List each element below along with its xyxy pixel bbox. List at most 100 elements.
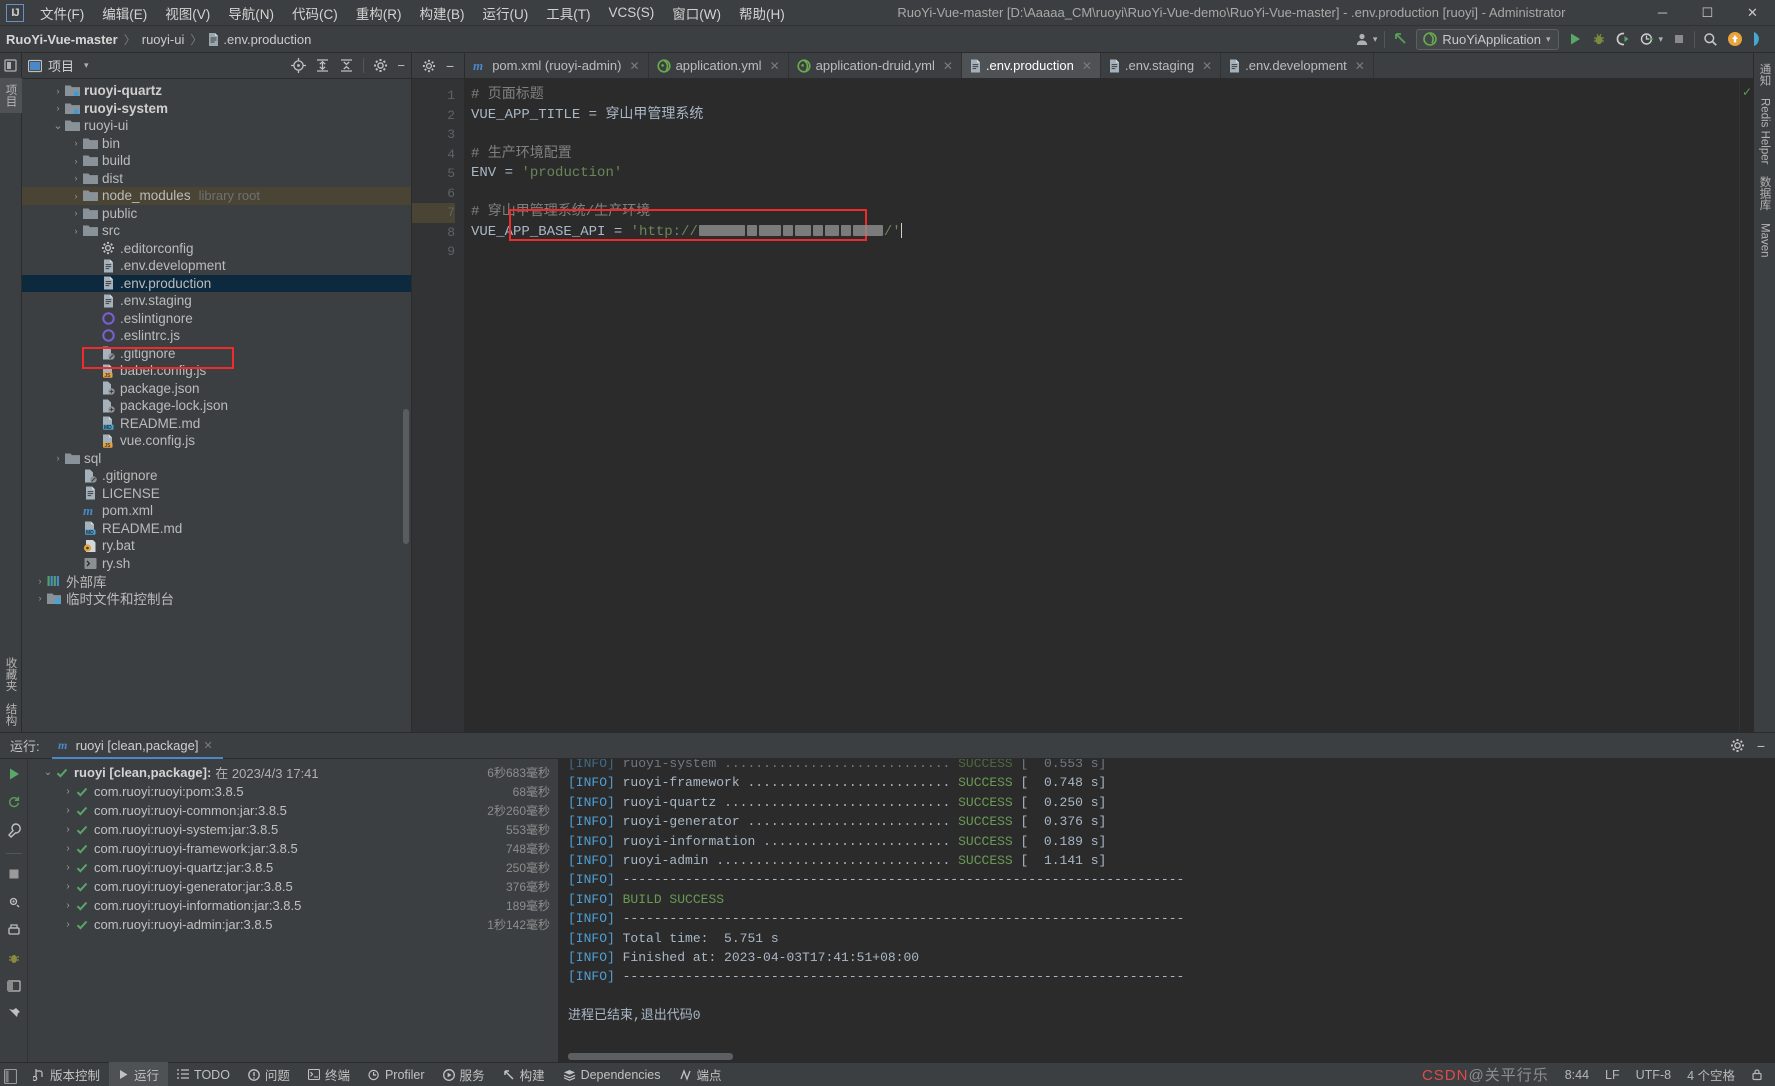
tree-node-package.json[interactable]: package.json xyxy=(22,380,411,398)
status-vcs[interactable]: 版本控制 xyxy=(24,1062,109,1086)
tool-window-notifications[interactable]: 通知 xyxy=(1754,57,1775,92)
project-tree[interactable]: › ruoyi-quartz › ruoyi-system ⌄ ruoyi-ui › bin ›… xyxy=(22,79,411,732)
build-task-row[interactable]: › com.ruoyi:ruoyi-generator:jar:3.8.5 376毫… xyxy=(28,877,558,896)
project-tree-scrollbar[interactable] xyxy=(403,409,409,544)
build-task-row[interactable]: ⌄ ruoyi [clean,package]: 在 2023/4/3 17:41 6… xyxy=(28,763,558,782)
chevron-right-icon[interactable]: › xyxy=(60,900,76,911)
chevron-right-icon[interactable]: › xyxy=(60,824,76,835)
tree-node-build[interactable]: › build xyxy=(22,152,411,170)
lock-icon[interactable] xyxy=(1751,1068,1763,1081)
tree-node-nodemodules[interactable]: › node_modules library root xyxy=(22,187,411,205)
close-icon[interactable]: ✕ xyxy=(1355,59,1365,73)
editor-inspection-gutter[interactable]: ✓ xyxy=(1739,79,1753,732)
chevron-right-icon[interactable]: › xyxy=(70,138,82,148)
console-horizontal-scrollbar[interactable] xyxy=(558,1053,1761,1060)
tree-node-ruoyi-system[interactable]: › ruoyi-system xyxy=(22,100,411,118)
tree-node-sql[interactable]: › sql xyxy=(22,450,411,468)
close-icon[interactable]: ✕ xyxy=(770,59,780,73)
tree-node-ruoyi-ui[interactable]: ⌄ ruoyi-ui xyxy=(22,117,411,135)
status-endpoints[interactable]: 端点 xyxy=(670,1062,731,1086)
tree-node-.env.staging[interactable]: .env.staging xyxy=(22,292,411,310)
tree-node-.gitignore[interactable]: .gitignore xyxy=(22,467,411,485)
sidebar-item-structure[interactable]: 结构 xyxy=(0,697,22,732)
close-icon[interactable]: ✕ xyxy=(203,739,212,752)
hide-all-tool-windows-icon[interactable] xyxy=(4,1069,17,1084)
tree-node-LICENSE[interactable]: LICENSE xyxy=(22,485,411,503)
chevron-right-icon[interactable]: › xyxy=(60,862,76,873)
chevron-right-icon[interactable]: › xyxy=(70,173,82,183)
chevron-right-icon[interactable]: › xyxy=(60,919,76,930)
menu-view[interactable]: 视图(V) xyxy=(157,0,218,26)
user-icon[interactable] xyxy=(1354,31,1371,48)
menu-run[interactable]: 运行(U) xyxy=(475,0,537,26)
run-configuration-selector[interactable]: RuoYiApplication ▾ xyxy=(1416,28,1560,50)
close-icon[interactable]: ✕ xyxy=(630,59,640,73)
close-icon[interactable]: ✕ xyxy=(1202,59,1212,73)
chevron-right-icon[interactable]: › xyxy=(52,86,64,96)
run-with-coverage-button[interactable] xyxy=(1614,31,1631,48)
close-button[interactable]: ✕ xyxy=(1730,0,1775,26)
expand-all-icon[interactable] xyxy=(315,58,330,73)
breadcrumb-module[interactable]: ruoyi-ui xyxy=(142,32,185,47)
chevron-right-icon[interactable]: › xyxy=(34,593,46,603)
tree-node-.env.production[interactable]: .env.production xyxy=(22,274,411,292)
tree-node-babel.config.js[interactable]: JS babel.config.js xyxy=(22,362,411,380)
tree-node-.gitignore[interactable]: .gitignore xyxy=(22,345,411,363)
code-line[interactable]: ENV = 'production' xyxy=(471,164,1739,184)
build-task-row[interactable]: › com.ruoyi:ruoyi-quartz:jar:3.8.5 250毫秒 xyxy=(28,858,558,877)
build-task-row[interactable]: › com.ruoyi:ruoyi-information:jar:3.8.5 18… xyxy=(28,896,558,915)
notification-update-icon[interactable] xyxy=(1726,31,1743,48)
menu-tools[interactable]: 工具(T) xyxy=(538,0,598,26)
search-icon[interactable] xyxy=(1702,31,1719,48)
status-run[interactable]: 运行 xyxy=(109,1062,169,1086)
soft-wrap-icon[interactable] xyxy=(6,894,21,909)
stop-icon[interactable] xyxy=(8,868,20,880)
tree-node-public[interactable]: › public xyxy=(22,205,411,223)
tree-node-ry.sh[interactable]: ry.sh xyxy=(22,555,411,573)
breadcrumb-file[interactable]: .env.production xyxy=(223,32,311,47)
menu-build[interactable]: 构建(B) xyxy=(412,0,473,26)
project-panel-dropdown-caret-icon[interactable]: ▾ xyxy=(84,60,89,71)
rerun-icon[interactable] xyxy=(7,767,21,781)
tree-node-[interactable]: › 临时文件和控制台 xyxy=(22,590,411,607)
build-task-row[interactable]: › com.ruoyi:ruoyi-framework:jar:3.8.5 748毫… xyxy=(28,839,558,858)
hide-editor-tabs-icon[interactable]: − xyxy=(446,59,454,73)
print-icon[interactable] xyxy=(7,923,21,937)
close-icon[interactable]: ✕ xyxy=(1082,59,1092,73)
debug-button[interactable] xyxy=(1590,31,1607,48)
tree-node-[interactable]: › 外部库 xyxy=(22,572,411,590)
select-opened-file-icon[interactable] xyxy=(291,58,307,73)
chevron-right-icon[interactable]: › xyxy=(34,576,46,586)
code-content[interactable]: # 页面标题 VUE_APP_TITLE = 穿山甲管理系统 # 生产环境配置 EN… xyxy=(464,79,1739,732)
build-console-output[interactable]: [INFO] ruoyi-system ....................… xyxy=(558,759,1761,1062)
code-line[interactable]: VUE_APP_BASE_API = 'http:// /' xyxy=(471,223,1739,243)
gear-icon[interactable] xyxy=(422,59,436,73)
project-structure-icon[interactable] xyxy=(2,57,19,74)
menu-vcs[interactable]: VCS(S) xyxy=(601,2,663,23)
menu-file[interactable]: 文件(F) xyxy=(32,0,92,26)
tool-window-maven[interactable]: Maven xyxy=(1756,217,1774,264)
tree-node-.editorconfig[interactable]: .editorconfig xyxy=(22,240,411,258)
code-line[interactable]: # 页面标题 xyxy=(471,86,1739,106)
status-problems[interactable]: 问题 xyxy=(239,1062,299,1086)
chevron-right-icon[interactable]: › xyxy=(60,805,76,816)
tool-window-database[interactable]: 数据库 xyxy=(1754,170,1775,217)
run-button[interactable] xyxy=(1566,31,1583,48)
editor-tab-pom.xmlruoyi-admin[interactable]: m pom.xml (ruoyi-admin) ✕ xyxy=(465,53,649,78)
user-dropdown-caret-icon[interactable]: ▾ xyxy=(1373,34,1378,45)
editor-tab-application.yml[interactable]: application.yml ✕ xyxy=(649,53,789,78)
chevron-down-icon[interactable]: ⌄ xyxy=(52,120,64,131)
indent-setting[interactable]: 4 个空格 xyxy=(1687,1065,1735,1084)
chevron-right-icon[interactable]: › xyxy=(70,208,82,218)
tree-node-README.md[interactable]: MD README.md xyxy=(22,520,411,538)
editor-tab-.env.staging[interactable]: .env.staging ✕ xyxy=(1101,53,1222,78)
gear-icon[interactable] xyxy=(373,58,388,73)
status-build[interactable]: 构建 xyxy=(494,1062,554,1086)
tree-node-vue.config.js[interactable]: JS vue.config.js xyxy=(22,432,411,450)
tree-node-.eslintignore[interactable]: .eslintignore xyxy=(22,310,411,328)
rerun-failed-icon[interactable] xyxy=(7,795,21,809)
profiler-dropdown-caret-icon[interactable]: ▾ xyxy=(1658,34,1663,45)
code-line[interactable] xyxy=(471,242,1739,262)
sidebar-item-bookmarks[interactable]: 收藏夹 xyxy=(0,651,22,698)
chevron-down-icon[interactable]: ⌄ xyxy=(40,767,56,778)
